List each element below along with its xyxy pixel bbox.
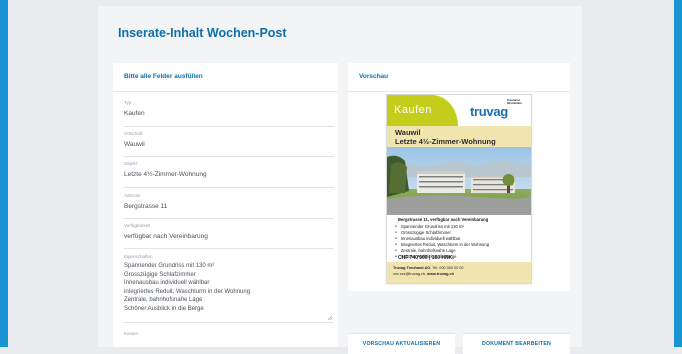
resize-grip-icon[interactable] <box>327 315 332 320</box>
ad-bullet: Integriertes Reduit, Waschturm in der Wo… <box>395 242 489 247</box>
ad-title-object: Letzte 4½-Zimmer-Wohnung <box>395 137 496 146</box>
ad-photo-image <box>387 147 531 215</box>
ad-brand-tag: Treuhand Immobilien <box>507 99 522 105</box>
ad-footer-contact: Truvag Treuhand AG, Tel. 000 000 00 00 <box>393 266 464 270</box>
field-typ[interactable]: Typ Kaufen <box>124 100 334 127</box>
ad-footer-web: xxx.xxx@truvag.ch, www.truvag.ch <box>393 272 454 276</box>
field-label-adresse: Adresse <box>124 193 141 198</box>
field-label-typ: Typ <box>124 100 132 105</box>
ad-footer-phone: , Tel. 000 000 00 00 <box>430 266 464 270</box>
ad-bullet: Innenausbau individuell wählbar <box>395 236 461 241</box>
page-title: Inserate-Inhalt Wochen-Post <box>118 26 287 40</box>
ad-footer: Truvag Treuhand AG, Tel. 000 000 00 00 x… <box>387 262 531 283</box>
field-label-kosten: Kosten <box>124 331 139 336</box>
ad-bullet: Spannender Grundriss mit 130 m² <box>395 224 464 229</box>
ad-address-line: Bergstrasse 11, verfügbar nach Vereinbar… <box>398 217 489 222</box>
field-verfuegbarkeit[interactable]: Verfügbarkeit verfügbar nach Vereinbarun… <box>124 223 334 249</box>
field-eigenschaften[interactable]: Eigenschaften Spannender Grundriss mit 1… <box>124 254 334 323</box>
ad-title-band: Wauwil Letzte 4½-Zimmer-Wohnung <box>387 126 531 147</box>
field-label-objekt: Objekt <box>124 161 138 166</box>
eigenschaften-line: integriertes Reduit, Waschturm in der Wo… <box>124 288 251 295</box>
ad-bullet: Grosszügige Schlafzimmer <box>395 230 451 235</box>
field-objekt[interactable]: Objekt Letzte 4½-Zimmer-Wohnung <box>124 161 334 188</box>
ad-footer-website: www.truvag.ch <box>427 272 454 276</box>
field-label-eigenschaften: Eigenschaften <box>124 254 153 259</box>
form-card-header: Bitte alle Felder ausfüllen <box>113 63 338 92</box>
ad-type-label: Kaufen <box>394 104 432 116</box>
field-value-objekt[interactable]: Letzte 4½-Zimmer-Wohnung <box>124 170 334 179</box>
field-ortschaft[interactable]: Ortschaft Wauwil <box>124 131 334 157</box>
field-value-adresse[interactable]: Bergstrasse 11 <box>124 202 334 211</box>
ad-title-location: Wauwil <box>395 128 421 137</box>
field-label-verfuegbarkeit: Verfügbarkeit <box>124 223 151 228</box>
ad-brand-tag-line: Immobilien <box>507 101 522 105</box>
ad-footer-email: xxx.xxx@truvag.ch <box>393 272 425 276</box>
ad-preview: Kaufen truvag Treuhand Immobilien Wauwil… <box>387 95 531 283</box>
preview-card-header: Vorschau <box>348 63 570 92</box>
window-frame-right <box>674 0 682 347</box>
field-value-ortschaft[interactable]: Wauwil <box>124 140 334 149</box>
field-label-ortschaft: Ortschaft <box>124 131 143 136</box>
ad-footer-company: Truvag Treuhand AG <box>393 266 431 270</box>
eigenschaften-textarea[interactable]: Spannender Grundriss mit 130 m² Grosszüg… <box>124 262 334 313</box>
ad-price: CHF 740'000 | 160 HNK <box>398 255 453 261</box>
field-value-typ[interactable]: Kaufen <box>124 109 334 118</box>
field-adresse[interactable]: Adresse Bergstrasse 11 <box>124 193 334 219</box>
eigenschaften-line: Grosszügige Schlafzimmer <box>124 271 196 278</box>
eigenschaften-line: Spannender Grundriss mit 130 m² <box>124 263 215 269</box>
ad-bullet: Zentrale, bahnhofsnahe Lage <box>395 248 456 253</box>
eigenschaften-line: Schöner Ausblick in die Berge <box>124 305 204 312</box>
window-frame-left <box>0 0 8 347</box>
preview-card: Vorschau Kaufen truvag Treuhand Immobili… <box>348 63 570 291</box>
refresh-preview-button[interactable]: VORSCHAU AKTUALISIEREN <box>348 333 455 354</box>
ad-type-badge: Kaufen <box>387 95 458 126</box>
field-kosten[interactable]: Kosten <box>124 331 334 347</box>
field-value-verfuegbarkeit[interactable]: verfügbar nach Vereinbarung <box>124 232 334 241</box>
ad-brand-logo: truvag <box>470 104 508 119</box>
content-panel: Inserate-Inhalt Wochen-Post Bitte alle F… <box>98 6 582 354</box>
eigenschaften-line: Zentrale, bahnhofsnahe Lage <box>124 297 203 303</box>
form-card: Bitte alle Felder ausfüllen Typ Kaufen O… <box>113 63 338 347</box>
edit-document-button[interactable]: DOKUMENT BEARBEITEN <box>463 333 570 354</box>
eigenschaften-line: Innenausbau individuell wählbar <box>124 280 210 286</box>
ad-header: Kaufen truvag Treuhand Immobilien <box>387 95 531 126</box>
